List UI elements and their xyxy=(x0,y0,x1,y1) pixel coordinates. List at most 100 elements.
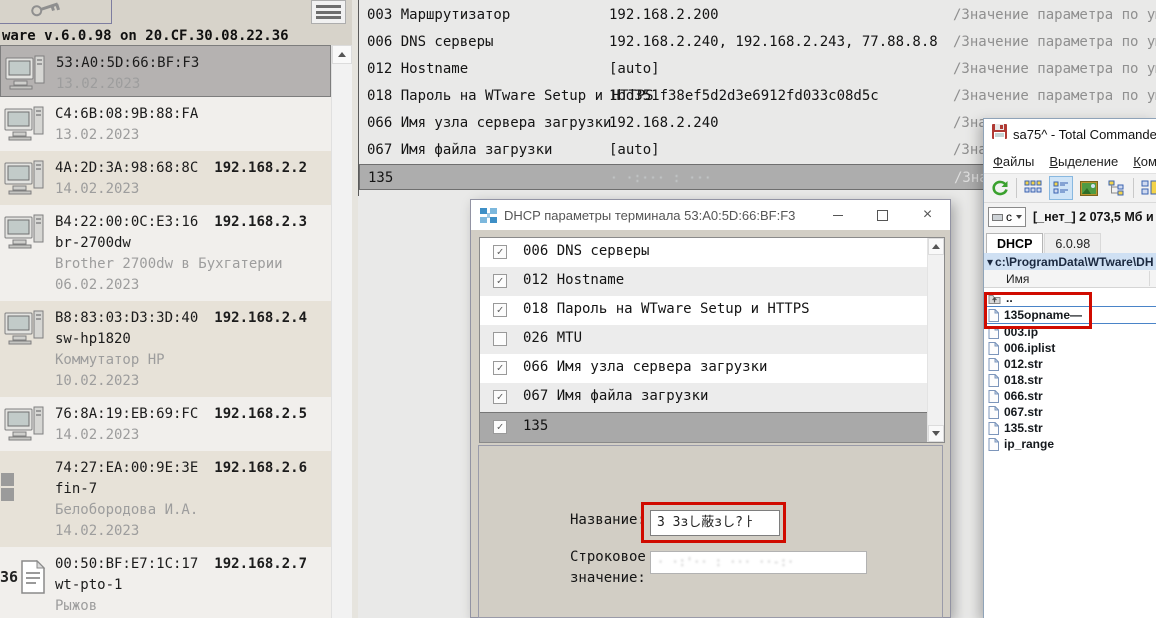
file-row[interactable]: 012.str xyxy=(984,356,1156,372)
param-row[interactable]: 003 Маршрутизатор192.168.2.200/Значение … xyxy=(359,2,1156,29)
dhcp-option-row[interactable]: ✓018 Пароль на WTware Setup и HTTPS xyxy=(480,296,944,325)
checkbox-checked-icon[interactable]: ✓ xyxy=(493,420,507,434)
terminal-comment: Brother 2700dw в Бухгатерии xyxy=(55,254,327,275)
file-row[interactable]: 018.str xyxy=(984,372,1156,388)
dialog-title-bar[interactable]: DHCP параметры терминала 53:A0:5D:66:BF:… xyxy=(471,200,950,230)
checkbox-checked-icon[interactable]: ✓ xyxy=(493,361,507,375)
terminal-mac: 4A:2D:3A:98:68:8C xyxy=(55,160,198,176)
brief-view-icon[interactable] xyxy=(1021,176,1045,200)
checkbox-checked-icon[interactable]: ✓ xyxy=(493,245,507,259)
terminal-name: sw-hp1820 xyxy=(55,329,327,350)
dhcp-option-row[interactable]: ✓135 xyxy=(480,412,944,442)
param-value: [auto] xyxy=(609,61,660,77)
param-row[interactable]: 006 DNS серверы192.168.2.240, 192.168.2.… xyxy=(359,29,1156,56)
menu-item-файлы[interactable]: Файлы xyxy=(993,154,1034,169)
file-row[interactable]: 006.iplist xyxy=(984,340,1156,356)
quick-view-icon[interactable] xyxy=(1138,176,1156,200)
current-path: c:\ProgramData\WTware\DH xyxy=(995,255,1153,269)
thumbnails-view-icon[interactable] xyxy=(1077,176,1101,200)
menu-item-выделение[interactable]: Выделение xyxy=(1049,154,1118,169)
param-row[interactable]: 012 Hostname[auto]/Значение параметра по… xyxy=(359,56,1156,83)
dhcp-option-label: 006 DNS серверы xyxy=(523,243,649,259)
tc-file-list: ..135opname—003.ip006.iplist012.str018.s… xyxy=(984,288,1156,618)
tab-6.0.98[interactable]: 6.0.98 xyxy=(1044,233,1101,253)
terminal-list-item[interactable]: 3600:50:BF:E7:1C:17192.168.2.7wt-pto-1Ры… xyxy=(0,547,331,618)
terminal-list-item[interactable]: 76:8A:19:EB:69:FC192.168.2.514.02.2023 xyxy=(0,397,331,451)
dhcp-dialog: DHCP параметры терминала 53:A0:5D:66:BF:… xyxy=(470,199,951,618)
terminal-list-item[interactable]: C4:6B:08:9B:88:FA13.02.2023 xyxy=(0,97,331,151)
hamburger-menu-icon[interactable] xyxy=(311,0,346,24)
file-name: ip_range xyxy=(1004,437,1054,451)
terminal-date: 10.02.2023 xyxy=(55,371,327,392)
checkbox-unchecked-icon[interactable] xyxy=(493,332,507,346)
panel-divider xyxy=(352,0,358,618)
dhcp-option-row[interactable]: ✓ 067 Имя файла загрузки xyxy=(480,383,944,412)
terminal-list-item[interactable]: 4A:2D:3A:98:68:8C192.168.2.214.02.2023 xyxy=(0,151,331,205)
string-value-ghost-text: · ·:'·· : ··· ··-:· xyxy=(651,552,866,573)
minimize-button[interactable] xyxy=(815,200,860,230)
refresh-icon[interactable] xyxy=(988,176,1012,200)
dhcp-option-row[interactable]: ✓ 006 DNS серверы xyxy=(480,238,944,267)
param-default-note: /Значение параметра по умо xyxy=(953,61,1156,77)
dhcp-option-label: 067 Имя файла загрузки xyxy=(523,388,708,404)
terminal-list-item[interactable]: 74:27:EA:00:9E:3E192.168.2.6fin-7Белобор… xyxy=(0,451,331,547)
param-row[interactable]: 018 Пароль на WTware Setup и HTTPS1bd351… xyxy=(359,83,1156,110)
terminal-ip: 192.168.2.2 xyxy=(214,160,307,176)
file-row[interactable]: 067.str xyxy=(984,404,1156,420)
tc-column-header[interactable]: Имя xyxy=(984,270,1156,288)
scroll-down-button[interactable] xyxy=(928,425,944,442)
param-name: 003 Маршрутизатор xyxy=(367,7,510,23)
checkbox-checked-icon[interactable]: ✓ xyxy=(493,303,507,317)
terminal-name: wt-pto-1 xyxy=(55,575,327,596)
param-name: 067 Имя файла загрузки xyxy=(367,142,552,158)
scroll-up-button[interactable] xyxy=(928,238,944,255)
file-row[interactable]: ip_range xyxy=(984,436,1156,452)
drive-icon xyxy=(992,214,1003,221)
maximize-button[interactable] xyxy=(860,200,905,230)
document-icon xyxy=(20,560,46,598)
drive-selector[interactable]: c xyxy=(988,207,1026,227)
screen: 003 Маршрутизатор 192.168.2.200/Значение … xyxy=(0,0,1156,618)
terminal-mac-line: B8:83:03:D3:3D:40192.168.2.4 xyxy=(55,308,327,329)
terminal-mac: 00:50:BF:E7:1C:17 xyxy=(55,556,198,572)
param-value: 192.168.2.240, 192.168.2.243, 77.88.8.8 xyxy=(609,34,938,50)
tc-menu-bar: Файлы Выделение Команд xyxy=(984,149,1156,173)
chevron-down-icon xyxy=(932,431,940,436)
param-default-note: /Значение параметра по ум xyxy=(953,34,1156,50)
dhcp-option-row[interactable]: 026 MTU xyxy=(480,325,944,354)
string-value-input[interactable]: · ·:'·· : ··· ··-:· xyxy=(650,551,867,574)
file-name: 067.str xyxy=(1004,405,1043,419)
file-row[interactable]: 066.str xyxy=(984,388,1156,404)
checkbox-checked-icon[interactable]: ✓ xyxy=(493,274,507,288)
menu-item-команд[interactable]: Команд xyxy=(1133,154,1156,169)
terminal-list-item[interactable]: B4:22:00:0C:E3:16192.168.2.3br-2700dwBro… xyxy=(0,205,331,301)
tc-path-bar[interactable]: ▾ c:\ProgramData\WTware\DH xyxy=(984,253,1156,270)
option-list-scrollbar[interactable] xyxy=(927,238,944,442)
column-name-header: Имя xyxy=(1006,272,1029,286)
annotation-input-highlight xyxy=(641,502,786,543)
terminals-view-button[interactable] xyxy=(0,0,112,24)
param-name: 066 Имя узла сервера загрузки xyxy=(367,115,611,131)
computer-icon xyxy=(5,55,47,95)
sidebar-scrollbar[interactable] xyxy=(331,45,352,618)
terminal-list-item[interactable]: 53:A0:5D:66:BF:F313.02.2023 xyxy=(0,45,331,97)
tab-dhcp[interactable]: DHCP xyxy=(986,233,1043,253)
checkbox-checked-icon[interactable]: ✓ xyxy=(493,390,507,404)
dhcp-option-row[interactable]: ✓066 Имя узла сервера загрузки xyxy=(480,354,944,383)
close-button[interactable]: × xyxy=(905,200,950,230)
param-value: 192.168.2.200 xyxy=(609,7,719,23)
tree-view-icon[interactable] xyxy=(1105,176,1129,200)
chevron-up-icon xyxy=(932,244,940,249)
terminal-date: 14.02.2023 xyxy=(55,521,327,542)
file-icon xyxy=(988,390,999,403)
terminal-mac-line: 53:A0:5D:66:BF:F3 xyxy=(56,53,326,74)
scroll-up-button[interactable] xyxy=(332,45,352,64)
terminal-comment: Белобородова И.А. xyxy=(55,500,327,521)
full-view-icon[interactable] xyxy=(1049,176,1073,200)
file-row[interactable]: 135.str xyxy=(984,420,1156,436)
file-icon xyxy=(988,358,999,371)
dhcp-option-row[interactable]: ✓012 Hostname xyxy=(480,267,944,296)
drive-letter: c xyxy=(1006,210,1012,224)
tc-title-bar[interactable]: sa75^ - Total Commander ( xyxy=(984,119,1156,149)
terminal-list-item[interactable]: B8:83:03:D3:3D:40192.168.2.4sw-hp1820Ком… xyxy=(0,301,331,397)
